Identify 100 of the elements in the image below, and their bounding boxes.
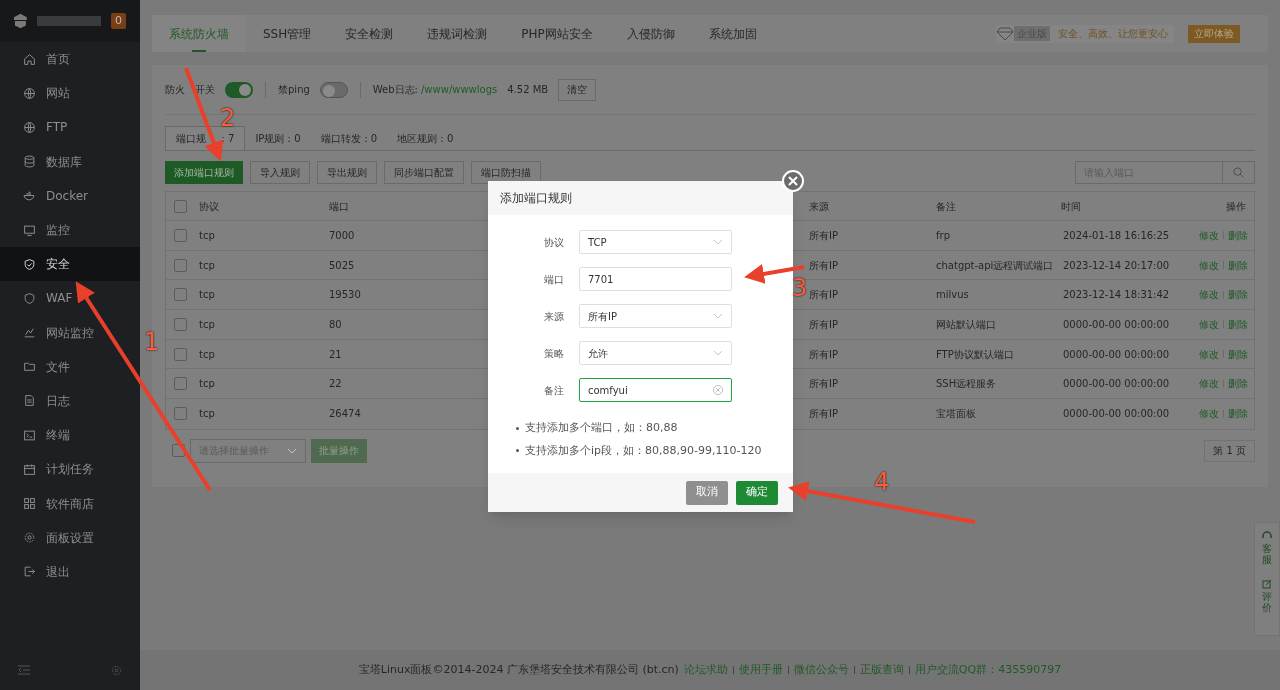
sidebar-item[interactable]: 计划任务 [0,452,140,487]
field-label: 备注 [544,384,564,396]
action-link[interactable]: 删除 [1228,406,1248,422]
tab[interactable]: SSH管理 [246,15,329,52]
ping-switch-label: 禁ping [278,83,310,97]
table-cell: 所有IP [809,408,838,420]
logout-icon [23,565,36,579]
toolbar-button[interactable]: 导出规则 [317,161,377,184]
sidebar-item[interactable]: 安全 [0,247,140,282]
action-link[interactable]: 修改 [1199,376,1219,392]
tab[interactable]: 入侵防御 [609,15,692,52]
confirm-button[interactable]: 确定 [736,480,778,505]
checkbox[interactable] [174,258,187,272]
input-field[interactable]: comfyui [579,378,732,402]
sidebar-item[interactable]: 文件 [0,349,140,384]
copyright-text: 宝塔Linux面板©2014-2024 广东堡塔安全技术有限公司 (bt.cn) [358,661,679,678]
sidebar-item[interactable]: 网站监控 [0,315,140,350]
sidebar-item[interactable]: 网站 [0,76,140,111]
sidebar-item[interactable]: 数据库 [0,144,140,179]
tab[interactable]: 地区规则：0 [387,126,464,150]
sidebar-item[interactable]: FTP [0,110,140,145]
action-link[interactable]: 删除 [1228,316,1248,332]
action-link[interactable]: 修改 [1199,346,1219,362]
action-link[interactable]: 修改 [1199,316,1219,332]
hint-text: 支持添加多个ip段，如：80,88,90-99,110-120 [525,442,762,459]
grid-icon [23,497,36,511]
search-icon[interactable] [1233,167,1244,178]
home-icon [23,52,36,66]
select-field[interactable]: 所有IP [579,304,732,328]
sidebar-item[interactable]: 退出 [0,554,140,589]
tab[interactable]: 系统防火墙 [152,15,246,52]
sidebar-item[interactable]: 日志 [0,383,140,419]
select-field[interactable]: 允许 [579,341,732,365]
annotation-number: 4 [874,470,890,494]
table-cell: tcp [199,318,215,330]
firewall-switch-label: 开关 [195,83,215,97]
tab[interactable]: 端口转发：0 [310,126,388,150]
log-path-link[interactable]: /www/wwwlogs [421,82,498,97]
widget-label[interactable]: 评价 [1262,591,1272,613]
web-log-label: Web日志: [372,83,418,97]
field-label: 协议 [544,236,564,248]
action-link[interactable]: 删除 [1228,346,1248,362]
checkbox[interactable] [174,347,187,361]
shield-icon [23,257,36,271]
settings-icon[interactable] [111,664,122,676]
action-link[interactable]: 删除 [1228,257,1248,273]
shield-icon [23,291,36,305]
column-header: 协议 [199,200,219,212]
action-link[interactable]: 修改 [1199,287,1219,303]
table-cell: 所有IP [809,378,838,390]
tab[interactable]: IP规则：0 [245,126,311,150]
sidebar-item[interactable]: WAF [0,281,140,316]
checkbox[interactable] [174,377,187,391]
sidebar-item[interactable]: 首页 [0,42,140,77]
toolbar-button[interactable]: 添加端口规则 [165,161,243,184]
checkbox[interactable] [174,317,187,331]
promo-slogan: 安全、高效、让您更安心 [1058,27,1168,41]
input-field[interactable]: 7701 [579,267,732,291]
toggle-switch[interactable] [225,81,253,98]
checkbox[interactable] [174,228,187,242]
pager[interactable]: 第 1 页 [1204,439,1255,462]
table-cell: 0000-00-00 00:00:00 [1063,378,1170,390]
trial-button[interactable]: 立即体验 [1188,24,1240,43]
action-link[interactable]: 删除 [1228,287,1248,303]
table-cell: 所有IP [809,229,838,241]
checkbox[interactable] [174,288,187,302]
checkbox[interactable] [174,199,187,213]
cancel-button[interactable]: 取消 [686,480,728,505]
checkbox[interactable] [174,407,187,421]
toolbar-button[interactable]: 同步端口配置 [384,161,464,184]
widget-label[interactable]: 客服 [1262,543,1272,565]
toggle-switch[interactable] [319,81,348,98]
column-header: 时间 [1061,200,1081,212]
sidebar-item[interactable]: 面板设置 [0,520,140,555]
table-cell: 所有IP [809,289,838,301]
action-link[interactable]: 修改 [1199,227,1219,243]
notification-badge[interactable]: 0 [111,12,126,30]
tab[interactable]: 端口规 ：7 [165,126,246,150]
sidebar-item[interactable]: 终端 [0,418,140,453]
table-cell: 所有IP [809,348,838,360]
action-link[interactable]: 删除 [1228,227,1248,243]
tab[interactable]: 系统加固 [691,15,774,52]
table-cell: tcp [199,259,215,271]
action-link[interactable]: 修改 [1199,257,1219,273]
toolbar-button[interactable]: 导入规则 [250,161,310,184]
tab[interactable]: 违规词检测 [410,15,505,52]
headset-icon[interactable] [1262,531,1272,541]
sidebar-item[interactable]: 监控 [0,212,140,248]
tab[interactable]: PHP网站安全 [504,15,610,52]
calendar-icon [23,462,36,476]
clear-icon[interactable] [713,385,723,395]
select-field[interactable]: TCP [579,230,732,254]
action-link[interactable]: 修改 [1199,406,1219,422]
action-link[interactable]: 删除 [1228,376,1248,392]
collapse-icon[interactable] [18,665,30,675]
clear-button[interactable]: 清空 [558,78,597,101]
edit-icon[interactable] [1262,579,1272,589]
sidebar-item[interactable]: 软件商店 [0,486,140,521]
tab[interactable]: 安全检测 [328,15,411,52]
sidebar-item[interactable]: Docker [0,178,140,213]
